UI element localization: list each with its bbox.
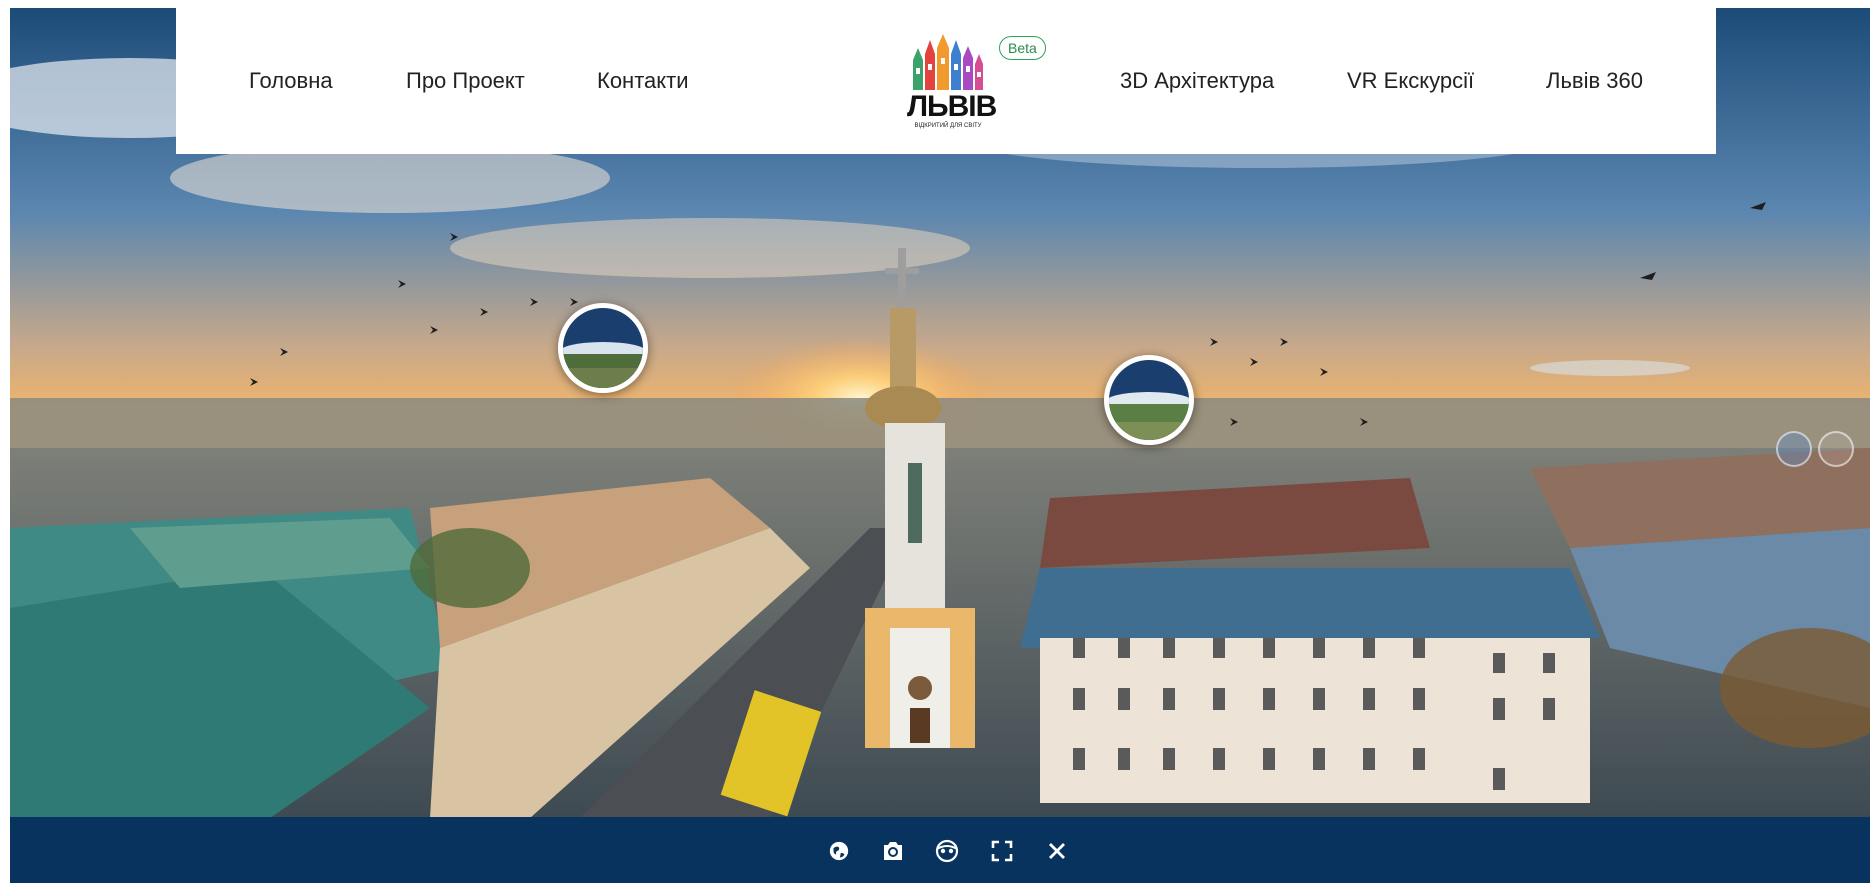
brightness-control-icon[interactable]: [1776, 431, 1812, 467]
logo-tagline: ВІДКРИТИЙ ДЛЯ СВІТУ: [914, 123, 982, 129]
aerial-view-hotspot-left[interactable]: [558, 303, 648, 393]
viewer-toolbar: [10, 817, 1870, 883]
nav-lviv-360[interactable]: Львів 360: [1546, 68, 1643, 94]
compass-control-icon[interactable]: [1818, 431, 1854, 467]
nav-vr-excursions[interactable]: VR Екскурсії: [1347, 68, 1474, 94]
beta-badge: Beta: [999, 36, 1046, 60]
vr-headset-icon[interactable]: [933, 837, 961, 865]
globe-icon[interactable]: [825, 837, 853, 865]
nav-about-project[interactable]: Про Проект: [406, 68, 525, 94]
fullscreen-icon[interactable]: [988, 837, 1016, 865]
nav-3d-architecture[interactable]: 3D Архітектура: [1120, 68, 1274, 94]
aerial-preview-thumbnail: [1109, 360, 1189, 440]
camera-icon[interactable]: [879, 837, 907, 865]
nav-contacts[interactable]: Контакти: [597, 68, 689, 94]
logo-title: ЛЬВІВ: [907, 90, 997, 123]
site-header: Головна Про Проект Контакти ЛЬВІВ ВІДКРИ…: [176, 8, 1716, 154]
aerial-preview-thumbnail: [563, 308, 643, 388]
close-icon[interactable]: [1043, 837, 1071, 865]
city-towers-logo-icon: [913, 34, 983, 90]
lviv-logo[interactable]: ЛЬВІВ ВІДКРИТИЙ ДЛЯ СВІТУ: [907, 34, 997, 132]
aerial-view-hotspot-right[interactable]: [1104, 355, 1194, 445]
nav-home[interactable]: Головна: [249, 68, 333, 94]
